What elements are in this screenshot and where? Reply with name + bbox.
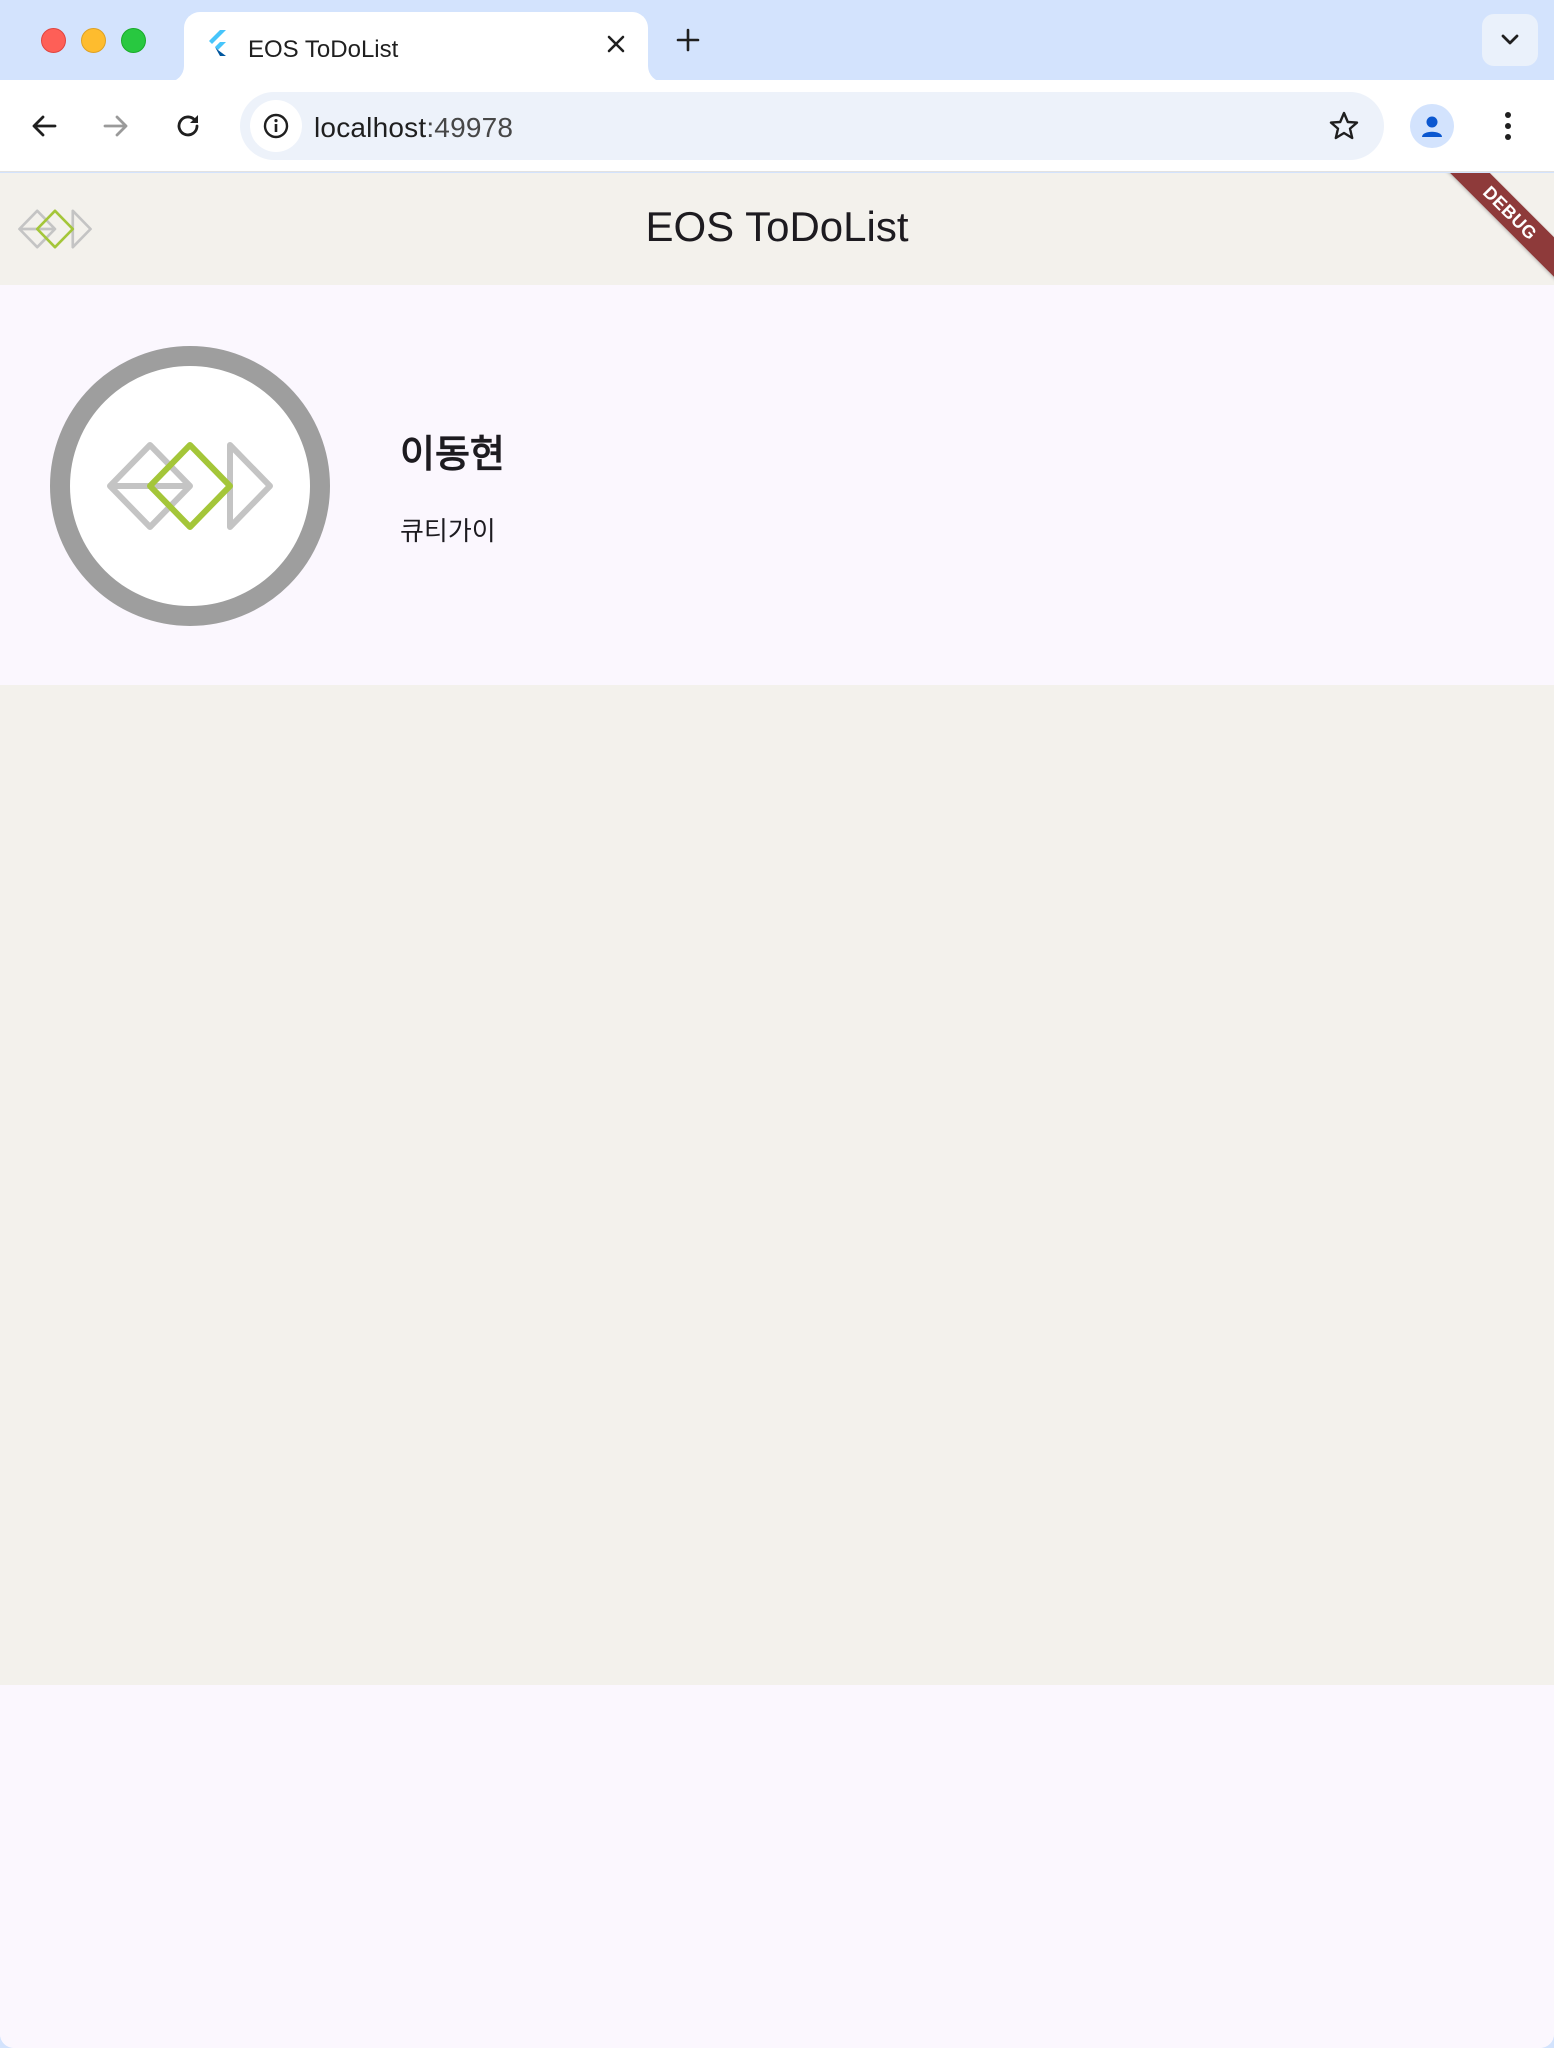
- plus-icon[interactable]: [670, 22, 706, 58]
- browser-toolbar: localhost:49978: [0, 80, 1554, 172]
- url-host: localhost: [314, 112, 427, 143]
- close-icon[interactable]: [602, 30, 630, 58]
- info-icon[interactable]: [250, 100, 302, 152]
- close-window-button[interactable]: [41, 28, 66, 53]
- profile-card: 이동현 큐티가이: [0, 285, 1554, 685]
- url-text: localhost:49978: [314, 112, 513, 144]
- eos-diamond-logo: [107, 442, 273, 530]
- app-bar: EOS ToDoList DEBUG: [0, 173, 1554, 294]
- content-area: [0, 685, 1554, 1685]
- profile-icon[interactable]: [1410, 104, 1454, 148]
- page-title: EOS ToDoList: [645, 203, 909, 250]
- reload-icon[interactable]: [162, 100, 214, 152]
- address-bar[interactable]: localhost:49978: [240, 92, 1384, 160]
- app-viewport: EOS ToDoList DEBUG 이동현 큐티가이: [0, 173, 1554, 2048]
- bottom-area: [0, 1685, 1554, 2048]
- avatar[interactable]: [50, 346, 330, 626]
- browser-window: EOS ToDoList localhost:49978 EOS ToDoLis…: [0, 0, 1554, 2048]
- kebab-menu-icon[interactable]: [1486, 100, 1530, 152]
- star-icon[interactable]: [1322, 104, 1366, 148]
- url-port: :49978: [426, 112, 514, 143]
- maximize-window-button[interactable]: [121, 28, 146, 53]
- back-arrow-icon[interactable]: [18, 100, 70, 152]
- flutter-icon: [209, 30, 226, 56]
- chevron-down-icon[interactable]: [1482, 14, 1538, 66]
- forward-arrow-icon[interactable]: [90, 100, 142, 152]
- profile-name: 이동현: [400, 434, 505, 476]
- profile-role: 큐티가이: [400, 516, 496, 546]
- minimize-window-button[interactable]: [81, 28, 106, 53]
- tab-title: EOS ToDoList: [248, 36, 399, 63]
- browser-tab[interactable]: EOS ToDoList: [184, 12, 648, 82]
- tab-strip: EOS ToDoList: [0, 0, 1554, 82]
